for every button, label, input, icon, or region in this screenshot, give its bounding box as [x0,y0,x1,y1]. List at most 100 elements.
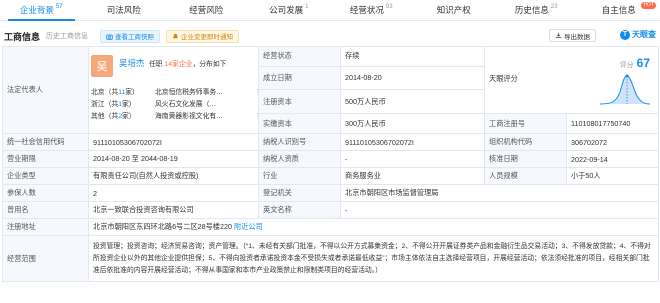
export-button[interactable]: 导出数据 [549,29,596,42]
industry-label: 行业 [258,167,341,185]
paid-capital-value: 300万人民币 [340,113,485,134]
export-icon [555,32,562,39]
avatar[interactable]: 吴 [91,55,113,77]
region-unit: 家） [121,113,136,120]
legal-rep-regions: 北京（共11家） 北京恒信税务师事务… 等 浙江（共1家） 风火石文化发展（… … [91,85,258,121]
staff-size-value: 小于50人 [566,167,659,185]
tab-label: 历史信息 [514,5,549,15]
eye-logo-icon: T [620,29,630,40]
status-label: 经营状态 [258,46,341,67]
taxpayer-qual-label: 纳税人资质 [258,150,341,168]
taxpayer-id-value: 91110105306702072I [340,133,485,151]
former-name-value: 北京一致联合投资咨询有限公司 [88,201,259,219]
former-name-label: 曾用名 [2,201,89,219]
founded-label: 成立日期 [258,65,341,91]
export-label: 导出数据 [564,33,590,41]
org-code-value: 306702072 [566,133,659,151]
address-cell: 北京市朝阳区东四环北路6号二区28号楼220 附近公司 [88,218,659,236]
section-title: 工商信息 [4,31,41,42]
tab-count: 23 [550,4,558,10]
score-number[interactable]: 67 [637,56,650,70]
tab-label: 企业背景 [19,5,54,15]
tab-judicial-risk[interactable]: 司法风险 [83,0,166,20]
tab-label: 公司发展 [269,5,304,15]
english-name-label: 英文名称 [258,201,341,219]
score-prefix: 评分 [619,62,634,70]
snapshot-button[interactable]: 查看工商快照 [100,29,161,43]
tab-intellectual-property[interactable]: 知识产权 [413,0,496,20]
tab-company-development[interactable]: 公司发展 1 [248,0,331,20]
address-value: 北京市朝阳区东四环北路6号二区28号楼220 [93,222,232,231]
region-unit: 家） [121,101,136,108]
section-header: 工商信息 历史工商信息 查看工商快照 企业变更即时通知 导出数据 T 天眼查 [0,28,660,44]
region-row: 北京（共11家） 北京恒信税务师事务… 等 [91,85,258,97]
legal-rep-note: 任职 14家企业，分布如下 [149,58,226,68]
taxpayer-id-label: 纳税人识别号 [258,133,341,151]
registered-capital-label: 注册资本 [258,89,341,115]
nearby-companies-link[interactable]: 附近公司 [234,222,263,231]
insured-value: 2 [88,184,259,202]
hot-badge: HOT [641,2,656,9]
region-label: 北京（共11家） [91,86,155,96]
table-row: 企业类型 有限责任公司(自然人投资或控股) 行业 商务服务业 人员规模 小于50… [2,167,659,185]
bell-icon [173,33,178,38]
region-label: 其他（共2家） [91,110,155,120]
tab-label: 经营状况 [349,5,384,15]
region-label: 浙江（共1家） [91,98,155,108]
tab-self-info[interactable]: 自主信息 HOT [578,0,660,20]
taxpayer-qual-value: - [340,150,485,168]
scope-label: 经营范围 [2,235,89,282]
tab-bar: 企业背景 57 司法风险 经营风险 公司发展 1 经营状况 93 知识产权 历史信息 2… [0,0,660,21]
legal-rep-name[interactable]: 吴培杰 [119,57,145,69]
table-row: 统一社会信用代码 91110105306702072I 纳税人识别号 91110… [2,133,659,151]
change-notify-button[interactable]: 企业变更即时通知 [166,29,240,43]
camera-icon [106,34,113,40]
table-row: 营业期限 2014-08-20 至 2044-08-19 纳税人资质 - 核准日… [2,150,659,168]
term-value: 2014-08-20 至 2044-08-19 [88,150,259,168]
status-value: 存续 [340,46,485,67]
tab-operating-status[interactable]: 经营状况 93 [330,0,413,20]
brand-name: 天眼查 [632,30,656,39]
table-row: 注册地址 北京市朝阳区东四环北路6号二区28号楼220 附近公司 [2,218,659,236]
industry-value: 商务服务业 [340,167,485,185]
registered-capital-value: 500万人民币 [340,89,485,115]
region-name: 浙江（共 [91,101,119,108]
insured-label: 参保人数 [2,184,89,202]
tab-label: 司法风险 [106,5,141,15]
score-cell: 天眼评分 评分 67 [484,45,659,115]
tab-label: 知识产权 [436,5,471,15]
brand-logo: T 天眼查 [620,29,656,40]
history-link[interactable]: 历史工商信息 [46,31,88,41]
credit-code-label: 统一社会信用代码 [2,133,89,151]
score-label: 天眼评分 [489,74,518,84]
authority-value: 北京市朝阳区市场监督管理局 [340,184,659,202]
table-row: 曾用名 北京一致联合投资咨询有限公司 英文名称 - [2,201,659,219]
tab-history-info[interactable]: 历史信息 23 [495,0,578,20]
change-notify-label: 企业变更即时通知 [181,34,234,41]
note-count[interactable]: 14家企业 [164,61,192,68]
founded-value: 2014-08-20 [340,65,485,91]
authority-label: 登记机关 [258,184,341,202]
region-company[interactable]: 风火石文化发展（… [155,98,257,108]
reg-no-value: 110108017750740 [566,113,659,134]
legal-rep-cell: 吴 吴培杰 任职 14家企业，分布如下 北京（共11家） 北京恒信税务师事务… … [88,46,259,134]
region-company[interactable]: 海南黄器影视文化有… [155,110,257,120]
term-label: 营业期限 [2,150,89,168]
reg-no-label: 工商注册号 [484,113,567,134]
tab-label: 经营风险 [189,5,224,15]
staff-size-label: 人员规模 [484,167,567,185]
address-label: 注册地址 [2,218,89,236]
note-prefix: 任职 [149,61,163,68]
region-unit: 家） [125,89,139,96]
region-row: 浙江（共1家） 风火石文化发展（… [91,97,258,109]
tab-label: 自主信息 [601,5,636,15]
score-value: 评分 67 [620,56,650,70]
credit-code-value: 91110105306702072I [88,133,259,151]
tab-operating-risk[interactable]: 经营风险 [165,0,248,20]
scope-value: 投资管理；投资咨询；经济贸易咨询；资产管理。（“1、未经有关部门批准，不得以公开… [88,235,659,282]
region-company[interactable]: 北京恒信税务师事务… [155,86,257,96]
tab-company-background[interactable]: 企业背景 57 [0,0,83,21]
approval-date-label: 核准日期 [484,150,567,168]
paid-capital-label: 实缴资本 [258,113,341,134]
tab-count: 93 [385,4,393,10]
